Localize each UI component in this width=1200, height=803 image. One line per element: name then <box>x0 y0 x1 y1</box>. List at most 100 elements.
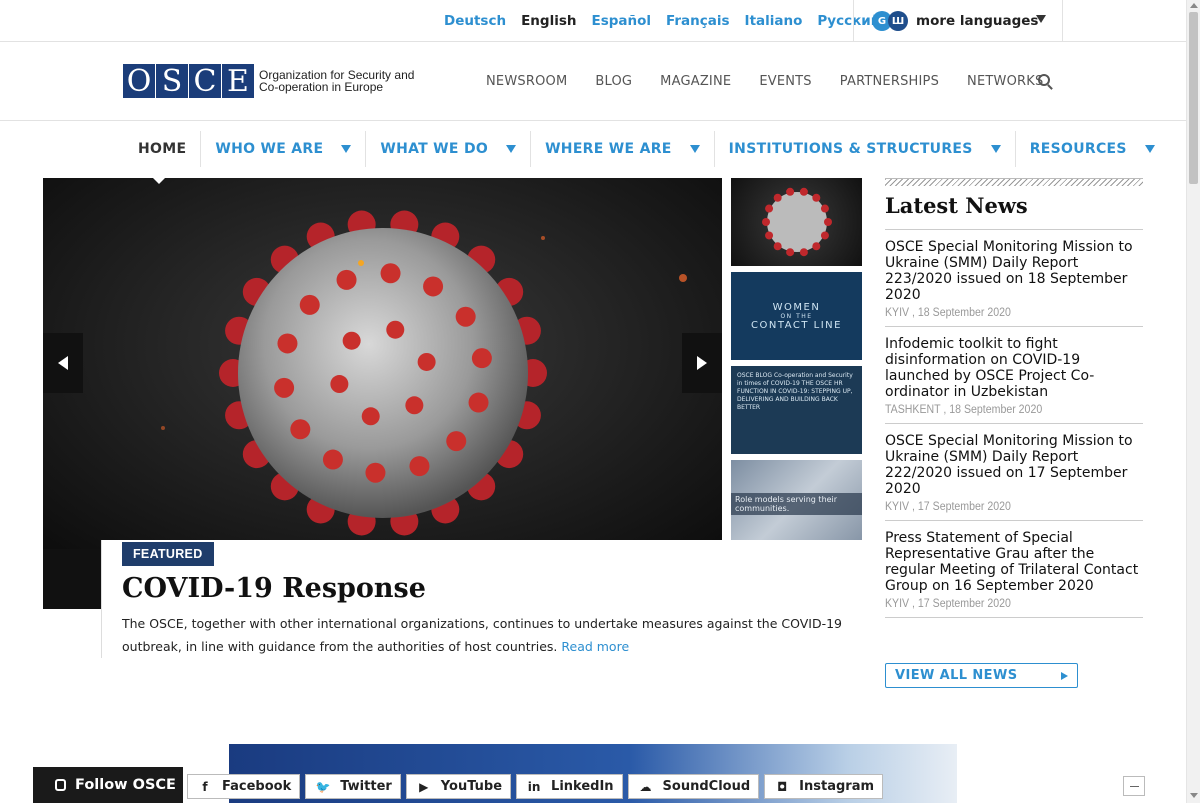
logo-letter: O <box>123 64 155 99</box>
osce-logo[interactable]: O S C E Organization for Security and Co… <box>123 64 419 99</box>
language-list: Deutsch English Español Français Italian… <box>444 0 895 42</box>
search-icon[interactable] <box>1038 74 1050 86</box>
social-label: Facebook <box>222 779 292 794</box>
main-nav-label: INSTITUTIONS & STRUCTURES <box>728 141 973 157</box>
main-nav-label: WHAT WE DO <box>380 141 489 157</box>
social-label: YouTube <box>440 779 503 794</box>
coronavirus-thumbnail-image <box>762 187 832 257</box>
news-title[interactable]: OSCE Special Monitoring Mission to Ukrai… <box>885 433 1143 497</box>
main-nav-institutions[interactable]: INSTITUTIONS & STRUCTURES <box>715 131 1016 167</box>
lang-espanol[interactable]: Español <box>591 13 651 29</box>
slider-thumbnail-covid[interactable] <box>731 178 862 266</box>
logo-letter: E <box>222 64 254 99</box>
thumbnail-text: WOMEN <box>772 301 821 313</box>
more-languages-button[interactable]: G Ш more languages <box>853 0 1063 42</box>
thumbnail-text: ON THE <box>780 312 813 320</box>
news-item[interactable]: Infodemic toolkit to fight disinformatio… <box>885 327 1143 424</box>
social-label: Instagram <box>799 779 875 794</box>
news-title[interactable]: Press Statement of Special Representativ… <box>885 530 1143 594</box>
news-title[interactable]: Infodemic toolkit to fight disinformatio… <box>885 336 1143 400</box>
latest-news-heading: Latest News <box>885 193 1143 230</box>
social-soundcloud-button[interactable]: ☁ SoundCloud <box>627 774 760 799</box>
slider-prev-button[interactable] <box>43 333 83 393</box>
main-nav-label: RESOURCES <box>1029 141 1127 157</box>
latest-news-panel: Latest News OSCE Special Monitoring Miss… <box>885 178 1143 618</box>
top-nav-networks[interactable]: NETWORKS <box>967 74 1043 89</box>
lang-english[interactable]: English <box>521 13 576 29</box>
social-facebook-button[interactable]: f Facebook <box>187 774 301 799</box>
lang-francais[interactable]: Français <box>666 13 730 29</box>
social-youtube-button[interactable]: ▶ YouTube <box>405 774 512 799</box>
follow-osce-button[interactable]: Follow OSCE <box>33 767 183 803</box>
scroll-down-arrow-icon[interactable] <box>1190 793 1198 798</box>
news-meta: KYIV , 18 September 2020 <box>885 307 1011 319</box>
scroll-up-arrow-icon[interactable] <box>1190 3 1198 8</box>
lang-deutsch[interactable]: Deutsch <box>444 13 506 29</box>
instagram-icon: ◘ <box>777 779 788 794</box>
hatched-divider <box>885 178 1143 186</box>
slider-thumbnail-role-models[interactable]: Role models serving their communities. <box>731 460 862 548</box>
view-all-news-button[interactable]: VIEW ALL NEWS <box>885 663 1078 688</box>
dropdown-triangle-icon <box>689 145 700 153</box>
top-nav: NEWSROOM BLOG MAGAZINE EVENTS PARTNERSHI… <box>486 42 1071 121</box>
globe-letter-cyrillic: Ш <box>888 11 908 31</box>
featured-description: The OSCE, together with other internatio… <box>122 612 870 658</box>
social-label: Twitter <box>340 779 392 794</box>
twitter-icon: 🐦 <box>315 779 331 794</box>
main-nav: HOME WHO WE ARE WHAT WE DO WHERE WE ARE … <box>124 130 1169 168</box>
news-meta: TASHKENT , 18 September 2020 <box>885 404 1043 416</box>
main-nav-what-we-do[interactable]: WHAT WE DO <box>366 131 532 167</box>
scrollbar-thumb[interactable] <box>1189 12 1198 184</box>
featured-caption: FEATURED COVID-19 Response The OSCE, tog… <box>101 540 871 658</box>
logo-letter: S <box>156 64 188 99</box>
main-nav-label: WHO WE ARE <box>215 141 324 157</box>
top-nav-events[interactable]: EVENTS <box>759 74 811 89</box>
news-item[interactable]: OSCE Special Monitoring Mission to Ukrai… <box>885 424 1143 521</box>
top-nav-magazine[interactable]: MAGAZINE <box>660 74 731 89</box>
active-nav-indicator <box>153 178 165 184</box>
dropdown-triangle-icon <box>1144 145 1155 153</box>
main-nav-home[interactable]: HOME <box>124 131 202 167</box>
slider-thumbnail-women[interactable]: WOMEN ON THE CONTACT LINE <box>731 272 862 360</box>
page-scrollbar[interactable] <box>1186 0 1200 803</box>
social-linkedin-button[interactable]: in LinkedIn <box>516 774 623 799</box>
linkedin-icon: in <box>527 779 541 794</box>
news-meta: KYIV , 17 September 2020 <box>885 598 1011 610</box>
featured-title[interactable]: COVID-19 Response <box>122 573 426 604</box>
main-nav-who-we-are[interactable]: WHO WE ARE <box>201 131 367 167</box>
social-label: SoundCloud <box>662 779 751 794</box>
news-title[interactable]: OSCE Special Monitoring Mission to Ukrai… <box>885 239 1143 303</box>
facebook-icon: f <box>202 779 208 794</box>
dropdown-triangle-icon <box>506 145 517 153</box>
read-more-link[interactable]: Read more <box>561 639 629 654</box>
news-item[interactable]: Press Statement of Special Representativ… <box>885 521 1143 618</box>
slider-next-button[interactable] <box>682 333 722 393</box>
news-item[interactable]: OSCE Special Monitoring Mission to Ukrai… <box>885 230 1143 327</box>
follow-osce-label: Follow OSCE <box>75 777 176 793</box>
lang-italiano[interactable]: Italiano <box>745 13 803 29</box>
social-instagram-button[interactable]: ◘ Instagram <box>764 774 884 799</box>
main-nav-where-we-are[interactable]: WHERE WE ARE <box>531 131 715 167</box>
thumbnail-text: OSCE BLOG Co-operation and Security in t… <box>737 372 853 411</box>
arrow-left-icon <box>58 356 68 370</box>
top-nav-blog[interactable]: BLOG <box>595 74 632 89</box>
view-all-news-label: VIEW ALL NEWS <box>895 668 1018 683</box>
thumbnail-text: Role models serving their communities. <box>731 493 862 515</box>
top-nav-newsroom[interactable]: NEWSROOM <box>486 74 567 89</box>
social-links: f Facebook 🐦 Twitter ▶ YouTube in LinkedIn ☁… <box>187 774 888 799</box>
news-meta: KYIV , 17 September 2020 <box>885 501 1011 513</box>
featured-text: The OSCE, together with other internatio… <box>122 616 842 654</box>
social-twitter-button[interactable]: 🐦 Twitter <box>305 774 401 799</box>
arrow-right-icon <box>697 356 707 370</box>
coronavirus-illustration <box>161 210 687 536</box>
logo-mark: O S C E <box>123 64 255 99</box>
dropdown-triangle-icon <box>341 145 352 153</box>
top-nav-partnerships[interactable]: PARTNERSHIPS <box>840 74 939 89</box>
featured-badge: FEATURED <box>122 542 214 566</box>
logo-letter: C <box>189 64 221 99</box>
slider-thumbnail-blog[interactable]: OSCE BLOG Co-operation and Security in t… <box>731 366 862 454</box>
minimize-social-bar-button[interactable] <box>1123 776 1145 796</box>
main-nav-resources[interactable]: RESOURCES <box>1016 131 1169 167</box>
thumbnail-text: CONTACT LINE <box>751 319 842 331</box>
hero-slide-image[interactable] <box>43 178 722 549</box>
